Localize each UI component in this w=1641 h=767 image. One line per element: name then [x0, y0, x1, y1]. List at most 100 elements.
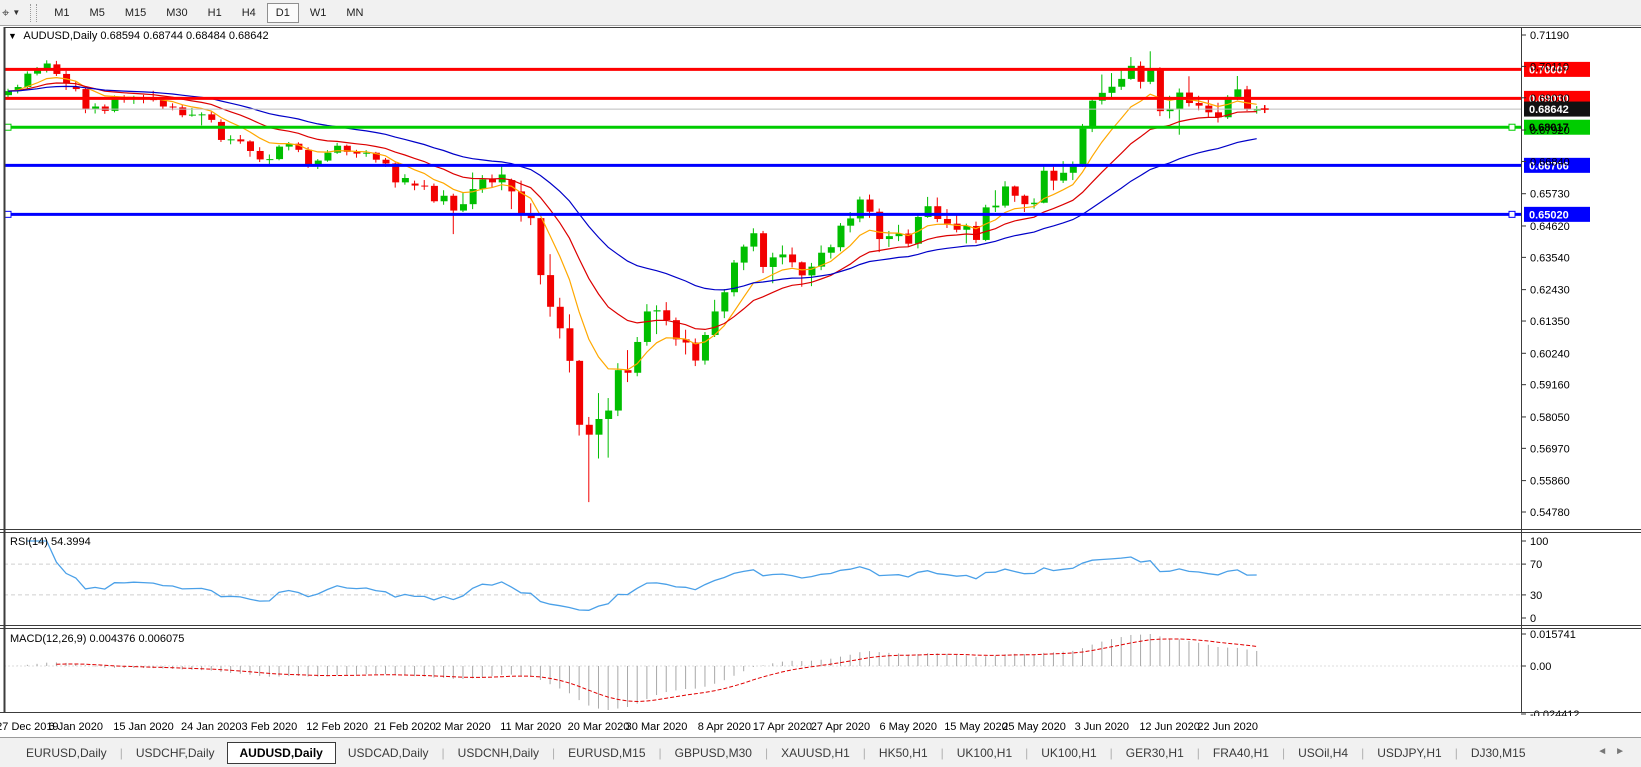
candle-body	[1118, 79, 1125, 87]
candle-body	[5, 91, 12, 95]
tab-hk50-h1[interactable]: HK50,H1	[867, 742, 940, 764]
line-handle[interactable]	[5, 211, 11, 217]
timeframe-button-d1[interactable]: D1	[267, 3, 299, 23]
line-handle[interactable]	[5, 124, 11, 130]
chevron-down-icon[interactable]: ▼	[12, 8, 20, 17]
chart-canvas[interactable]: 0.700070.690100.686420.680170.667060.650…	[0, 26, 1641, 716]
price-line-label: 0.65020	[1529, 209, 1569, 221]
price-tick-label: 0.71190	[1530, 30, 1569, 42]
price-tick-label: 0.58050	[1530, 412, 1570, 424]
date-axis[interactable]: 27 Dec 20196 Jan 202015 Jan 202024 Jan 2…	[0, 712, 1641, 737]
tab-usoil-h4[interactable]: USOil,H4	[1286, 742, 1360, 764]
tab-fra40-h1[interactable]: FRA40,H1	[1201, 742, 1281, 764]
candle-body	[1070, 166, 1077, 172]
rsi-pane: 10070300	[4, 536, 1548, 625]
tab-uk100-h1[interactable]: UK100,H1	[1029, 742, 1108, 764]
candle-body	[576, 361, 583, 425]
timeframe-button-h4[interactable]: H4	[233, 3, 265, 23]
candle-body	[944, 219, 951, 224]
candle-body	[402, 178, 409, 182]
tab-usdcad-daily[interactable]: USDCAD,Daily	[336, 742, 441, 764]
candle-body	[421, 186, 428, 187]
tab-eurusd-m15[interactable]: EURUSD,M15	[556, 742, 657, 764]
horizontal-lines[interactable]: 0.700070.690100.686420.680170.667060.650…	[4, 62, 1590, 222]
candle-body	[199, 114, 206, 115]
candle-body	[247, 141, 254, 151]
candle-body	[760, 233, 767, 267]
timeframe-button-mn[interactable]: MN	[337, 3, 372, 23]
tab-uk100-h1[interactable]: UK100,H1	[945, 742, 1024, 764]
candle-body	[770, 257, 777, 267]
candle-body	[228, 139, 235, 140]
candle-body	[179, 107, 186, 115]
candle-body	[305, 150, 312, 165]
tab-separator: |	[552, 746, 555, 760]
timeframe-button-h1[interactable]: H1	[199, 3, 231, 23]
candle-body	[324, 153, 331, 161]
tab-separator: |	[863, 746, 866, 760]
line-handle[interactable]	[1509, 124, 1515, 130]
candle-body	[779, 254, 786, 257]
tab-separator: |	[120, 746, 123, 760]
candle-body	[789, 254, 796, 262]
candle-body	[1147, 70, 1154, 82]
tab-gbpusd-m30[interactable]: GBPUSD,M30	[663, 742, 764, 764]
candle-body	[692, 343, 699, 361]
timeframe-button-m1[interactable]: M1	[45, 3, 78, 23]
candle-body	[1021, 196, 1028, 204]
moving-averages	[8, 78, 1257, 370]
candle-body	[441, 196, 448, 202]
line-handle[interactable]	[1509, 211, 1515, 217]
timeframe-button-m5[interactable]: M5	[81, 3, 114, 23]
toolbar-grip[interactable]	[30, 4, 37, 22]
candle-body	[1002, 186, 1009, 205]
candle-body	[837, 226, 844, 248]
candle-body	[750, 233, 757, 246]
tab-scroll-left-icon[interactable]: ◄	[1597, 746, 1615, 757]
chart-cursor-tool[interactable]: ⌖ ▼	[0, 5, 28, 21]
chart-tabs: EURUSD,Daily|USDCHF,DailyAUDUSD,DailyUSD…	[14, 742, 1538, 764]
price-tick-label: 0.69030	[1530, 93, 1570, 105]
tab-xauusd-h1[interactable]: XAUUSD,H1	[769, 742, 862, 764]
candle-body	[170, 107, 177, 108]
tab-separator: |	[1282, 746, 1285, 760]
candle-body	[867, 200, 874, 212]
candle-body	[383, 160, 390, 164]
tab-usdcnh-daily[interactable]: USDCNH,Daily	[446, 742, 551, 764]
symbol-dropdown-icon[interactable]: ▼	[8, 31, 17, 41]
price-tick-label: 0.55860	[1530, 476, 1570, 488]
tab-usdjpy-h1[interactable]: USDJPY,H1	[1365, 742, 1453, 764]
date-tick-label: 22 Jun 2020	[1186, 721, 1270, 733]
candle-body	[1079, 129, 1086, 167]
timeframe-button-m30[interactable]: M30	[157, 3, 196, 23]
top-toolbar: ⌖ ▼ M1M5M15M30H1H4D1W1MN	[0, 0, 1641, 26]
candle-body	[847, 218, 854, 225]
candle-body	[1234, 89, 1241, 97]
ma-fast-line	[8, 78, 1257, 370]
candle-body	[547, 275, 554, 307]
tab-audusd-daily[interactable]: AUDUSD,Daily	[227, 742, 336, 764]
candle-body	[886, 236, 893, 239]
timeframe-button-w1[interactable]: W1	[301, 3, 336, 23]
candle-body	[1089, 101, 1096, 129]
candle-body	[92, 107, 99, 109]
candle-body	[479, 179, 486, 189]
macd-main-value: 0.004376	[89, 633, 135, 645]
ohlc-values: 0.68594 0.68744 0.68484 0.68642	[100, 30, 268, 42]
price-tick-label: 0.56970	[1530, 443, 1570, 455]
tab-dj30-m15[interactable]: DJ30,M15	[1459, 742, 1538, 764]
timeframe-button-m15[interactable]: M15	[116, 3, 155, 23]
tab-eurusd-daily[interactable]: EURUSD,Daily	[14, 742, 119, 764]
tab-scroll-arrows: ◄►	[1597, 746, 1633, 757]
candle-body	[615, 370, 622, 410]
candle-body	[489, 179, 496, 182]
macd-indicator-label: MACD(12,26,9) 0.004376 0.006075	[10, 633, 184, 645]
tab-usdchf-daily[interactable]: USDCHF,Daily	[124, 742, 227, 764]
candle-body	[644, 311, 651, 342]
tab-ger30-h1[interactable]: GER30,H1	[1114, 742, 1196, 764]
price-tick-label: 0.61350	[1530, 316, 1570, 328]
tab-scroll-right-icon[interactable]: ►	[1615, 746, 1633, 757]
candle-body	[992, 206, 999, 208]
rsi-value: 54.3994	[51, 536, 91, 548]
candle-body	[1157, 70, 1164, 112]
